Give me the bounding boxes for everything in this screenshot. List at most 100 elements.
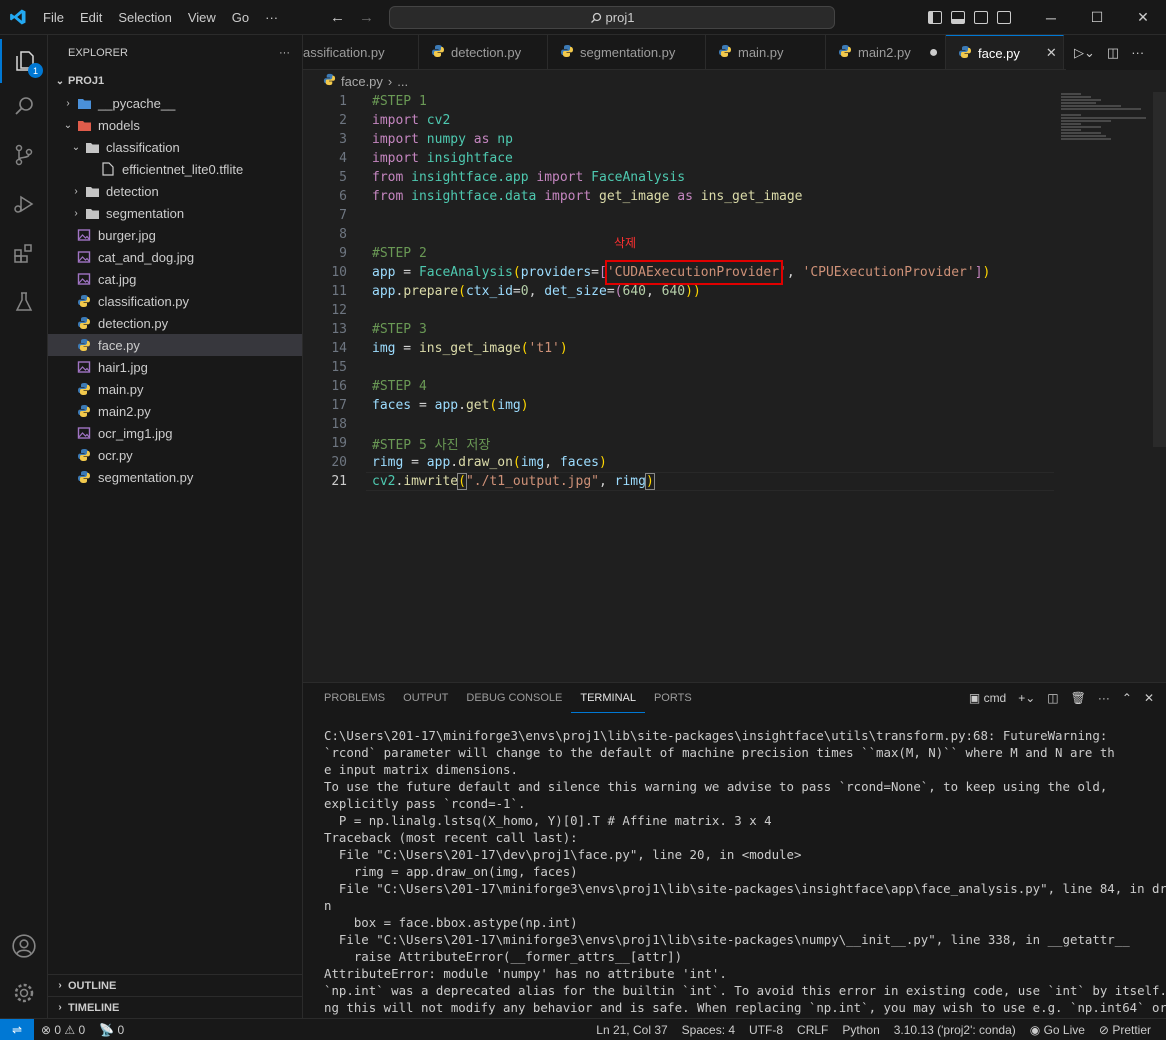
customize-layout-icon[interactable] bbox=[997, 11, 1011, 24]
tab-detection[interactable]: detection.py bbox=[419, 35, 548, 69]
close-tab-icon[interactable]: ✕ bbox=[1046, 45, 1057, 61]
folder-python-icon bbox=[76, 95, 92, 111]
terminal-output[interactable]: C:\Users\201-17\miniforge3\envs\proj1\li… bbox=[324, 727, 1166, 1016]
end-of-line[interactable]: CRLF bbox=[790, 1023, 835, 1037]
menu-edit[interactable]: Edit bbox=[72, 0, 110, 35]
close-panel-icon[interactable]: ✕ bbox=[1144, 691, 1154, 705]
close-window-button[interactable]: ✕ bbox=[1120, 0, 1166, 35]
indentation[interactable]: Spaces: 4 bbox=[675, 1023, 742, 1037]
menu-go[interactable]: Go bbox=[224, 0, 257, 35]
explorer-icon[interactable]: 1 bbox=[0, 39, 48, 83]
split-terminal-icon[interactable]: ◫ bbox=[1047, 691, 1058, 705]
tree-item-folder-classification[interactable]: ⌄ classification bbox=[48, 136, 302, 158]
code-editor[interactable]: 1 #STEP 1 2 import cv2 3 import numpy as np… bbox=[303, 92, 1166, 682]
menu-more[interactable]: ··· bbox=[257, 0, 286, 35]
explorer-more-icon[interactable]: ··· bbox=[279, 47, 290, 59]
split-editor-icon[interactable]: ◫ bbox=[1107, 45, 1119, 61]
maximize-panel-chevron-up-icon[interactable]: ⌃ bbox=[1122, 691, 1132, 705]
tree-item-file-cat-and-dog[interactable]: cat_and_dog.jpg bbox=[48, 246, 302, 268]
tree-item-file-burger[interactable]: burger.jpg bbox=[48, 224, 302, 246]
tree-item-file-segmentation-py[interactable]: segmentation.py bbox=[48, 466, 302, 488]
tab-main2[interactable]: main2.py ● bbox=[826, 35, 946, 69]
terminal-shell-icon[interactable]: ▣ cmd bbox=[969, 691, 1006, 705]
menu-selection[interactable]: Selection bbox=[110, 0, 179, 35]
tab-problems[interactable]: PROBLEMS bbox=[315, 683, 394, 713]
tree-item-file-detection-py[interactable]: detection.py bbox=[48, 312, 302, 334]
tree-item-folder-segmentation[interactable]: › segmentation bbox=[48, 202, 302, 224]
tree-item-folder-models[interactable]: ⌄ models bbox=[48, 114, 302, 136]
toggle-panel-icon[interactable] bbox=[951, 11, 965, 24]
tree-item-label: detection.py bbox=[98, 315, 169, 331]
source-control-icon[interactable] bbox=[0, 133, 48, 177]
status-bar: ⇌ ⊗ 0 ⚠ 0 📡 0 Ln 21, Col 37 Spaces: 4 UT… bbox=[0, 1018, 1166, 1040]
tree-item-file-cat[interactable]: cat.jpg bbox=[48, 268, 302, 290]
breadcrumb-symbol[interactable]: ... bbox=[397, 74, 408, 89]
minimap[interactable] bbox=[1061, 92, 1151, 152]
chevron-right-icon: › bbox=[74, 185, 78, 197]
encoding[interactable]: UTF-8 bbox=[742, 1023, 790, 1037]
toggle-secondary-sidebar-icon[interactable] bbox=[974, 11, 988, 24]
editor-tabs: assification.py detection.py segmentatio… bbox=[303, 35, 1166, 70]
tree-item-file-ocr-py[interactable]: ocr.py bbox=[48, 444, 302, 466]
ports-status[interactable]: 📡 0 bbox=[92, 1023, 131, 1037]
prettier-button[interactable]: ⊘ Prettier bbox=[1092, 1023, 1158, 1037]
menu-view[interactable]: View bbox=[180, 0, 224, 35]
annotation-label: 삭제 bbox=[614, 236, 637, 250]
terminal-line: AttributeError: module 'numpy' has no at… bbox=[324, 966, 727, 981]
breadcrumb-file[interactable]: face.py bbox=[341, 74, 383, 89]
search-activity-icon[interactable] bbox=[0, 84, 48, 128]
forward-arrow-icon[interactable]: → bbox=[359, 9, 374, 26]
tree-item-folder-detection[interactable]: › detection bbox=[48, 180, 302, 202]
back-arrow-icon[interactable]: ← bbox=[330, 9, 345, 26]
go-live-button[interactable]: ◉ Go Live bbox=[1023, 1023, 1092, 1037]
python-icon bbox=[323, 73, 336, 89]
python-file-icon bbox=[76, 447, 92, 463]
kill-terminal-trash-icon[interactable]: 🗑 bbox=[1071, 691, 1086, 705]
tree-item-file-hair1[interactable]: hair1.jpg bbox=[48, 356, 302, 378]
tab-segmentation[interactable]: segmentation.py bbox=[548, 35, 706, 69]
tree-item-file-efficientnet[interactable]: efficientnet_lite0.tflite bbox=[48, 158, 302, 180]
run-debug-icon[interactable] bbox=[0, 182, 48, 226]
project-name: PROJ1 bbox=[68, 75, 105, 87]
remote-indicator-icon[interactable]: ⇌ bbox=[0, 1018, 34, 1040]
tab-classification[interactable]: assification.py bbox=[303, 35, 419, 69]
project-root[interactable]: ⌄ PROJ1 bbox=[48, 70, 302, 92]
tab-label: main.py bbox=[738, 45, 784, 60]
tab-face[interactable]: face.py ✕ bbox=[946, 35, 1064, 69]
tab-debug-console[interactable]: DEBUG CONSOLE bbox=[457, 683, 571, 713]
tree-item-file-face-py[interactable]: face.py bbox=[48, 334, 302, 356]
new-terminal-icon[interactable]: +⌄ bbox=[1018, 691, 1035, 705]
settings-gear-icon[interactable] bbox=[0, 971, 48, 1015]
tree-item-file-classification-py[interactable]: classification.py bbox=[48, 290, 302, 312]
tree-item-file-main2-py[interactable]: main2.py bbox=[48, 400, 302, 422]
maximize-button[interactable]: ☐ bbox=[1074, 0, 1120, 35]
more-actions-icon[interactable]: ··· bbox=[1131, 45, 1144, 60]
tab-output[interactable]: OUTPUT bbox=[394, 683, 457, 713]
testing-flask-icon[interactable] bbox=[0, 280, 48, 324]
command-center-search[interactable]: proj1 bbox=[389, 6, 835, 29]
toggle-sidebar-icon[interactable] bbox=[928, 11, 942, 24]
tree-item-file-main-py[interactable]: main.py bbox=[48, 378, 302, 400]
tree-item-folder-pycache[interactable]: › __pycache__ bbox=[48, 92, 302, 114]
problems-status[interactable]: ⊗ 0 ⚠ 0 bbox=[34, 1023, 92, 1037]
outline-section[interactable]: › OUTLINE bbox=[48, 974, 302, 996]
menu-file[interactable]: File bbox=[35, 0, 72, 35]
cursor-position[interactable]: Ln 21, Col 37 bbox=[589, 1023, 674, 1037]
tree-item-file-ocr-img1[interactable]: ocr_img1.jpg bbox=[48, 422, 302, 444]
run-python-icon[interactable]: ▷⌄ bbox=[1074, 45, 1095, 61]
timeline-section[interactable]: › TIMELINE bbox=[48, 996, 302, 1018]
tree-item-label: classification.py bbox=[98, 293, 190, 309]
language-mode[interactable]: Python bbox=[835, 1023, 886, 1037]
tab-label: segmentation.py bbox=[580, 45, 676, 60]
tab-terminal[interactable]: TERMINAL bbox=[571, 683, 645, 713]
editor-scrollbar[interactable] bbox=[1153, 92, 1166, 447]
tab-main[interactable]: main.py bbox=[706, 35, 826, 69]
account-icon[interactable] bbox=[0, 924, 48, 968]
panel-more-icon[interactable]: ··· bbox=[1098, 691, 1110, 705]
tab-ports[interactable]: PORTS bbox=[645, 683, 701, 713]
minimize-button[interactable]: ─ bbox=[1028, 0, 1074, 35]
python-interpreter[interactable]: 3.10.13 ('proj2': conda) bbox=[887, 1023, 1023, 1037]
extensions-icon[interactable] bbox=[0, 231, 48, 275]
unsaved-dot-icon[interactable]: ● bbox=[929, 44, 939, 62]
tree-item-label: cat.jpg bbox=[98, 271, 137, 287]
